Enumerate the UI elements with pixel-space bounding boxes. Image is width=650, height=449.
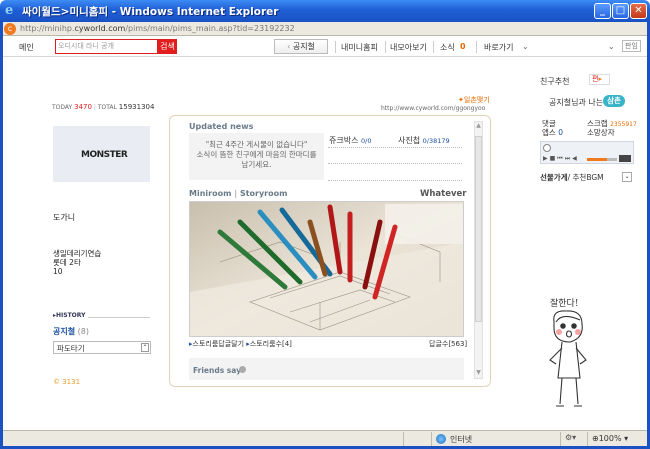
total-count: 15931304 bbox=[118, 103, 155, 111]
maximize-button[interactable]: □ bbox=[612, 3, 629, 19]
stats-divider bbox=[328, 147, 462, 148]
status-divider bbox=[560, 432, 561, 446]
window-title-bar[interactable]: e 싸이월드>미니홈피 - Windows Internet Explorer … bbox=[0, 0, 650, 22]
search-button[interactable]: 검색 bbox=[158, 39, 177, 54]
nav-home-link[interactable]: 메인 bbox=[19, 42, 34, 53]
apps-stat: 앱스 0 bbox=[542, 128, 563, 137]
profile-image: MONSTER bbox=[53, 126, 150, 182]
chevron-up-icon[interactable]: ⌃ bbox=[141, 343, 149, 352]
colored-pencils-image bbox=[190, 202, 463, 336]
doodle-character-icon bbox=[549, 310, 587, 407]
stats-divider bbox=[328, 163, 462, 164]
homepage-url[interactable]: http://www.cyworld.com/ggongyoo bbox=[381, 105, 485, 112]
gift-box-link[interactable]: 소망상자 bbox=[587, 127, 615, 138]
scroll-down-icon[interactable]: ▼ bbox=[475, 369, 482, 376]
history-label: ▸HISTORY bbox=[53, 312, 89, 319]
zoom-level-button[interactable]: ⊕100% ▾ bbox=[592, 434, 628, 443]
storyroom-links: ▸스토리룸답글달기 ▸스토리룸수[4] bbox=[189, 339, 292, 349]
window-title: 싸이월드>미니홈피 - Windows Internet Explorer bbox=[22, 6, 279, 18]
story-count-link[interactable]: ▸스토리룸수[4] bbox=[246, 340, 292, 348]
search-input[interactable]: 오디시대 라니 공개 bbox=[55, 39, 158, 54]
visitor-counter: TODAY 3470 | TOTAL 15931304 bbox=[52, 103, 155, 111]
volume-slider[interactable] bbox=[587, 158, 607, 161]
miniroom-tabs: Miniroom | Storyroom bbox=[189, 189, 288, 198]
minimize-button[interactable]: _ bbox=[594, 3, 611, 19]
status-divider bbox=[431, 432, 432, 446]
nav-shortcut-dropdown[interactable]: 바로가기 bbox=[484, 42, 513, 53]
volume-icon[interactable]: ◀ bbox=[572, 155, 579, 162]
nav-divider bbox=[335, 41, 336, 53]
nav-news-link[interactable]: 소식 bbox=[440, 42, 455, 53]
scroll-up-icon[interactable]: ▲ bbox=[475, 122, 482, 129]
tab-storyroom[interactable]: Storyroom bbox=[240, 189, 288, 198]
status-divider bbox=[587, 432, 588, 446]
news-count-badge: 0 bbox=[460, 42, 466, 51]
magnifier-icon: ⊕ bbox=[592, 434, 599, 443]
stats-divider bbox=[328, 180, 462, 181]
chevron-down-icon[interactable]: ⌄ bbox=[622, 172, 632, 182]
nav-divider bbox=[433, 41, 434, 53]
status-bar: 인터넷 ⚙▾ ⊕100% ▾ bbox=[3, 430, 647, 446]
next-icon[interactable]: ⏭ bbox=[565, 155, 572, 162]
close-button[interactable]: ✕ bbox=[630, 3, 647, 19]
cyworld-favicon-icon: c bbox=[4, 23, 16, 35]
prev-icon[interactable]: ⏮ bbox=[557, 155, 564, 162]
bgm-store-link[interactable]: 선물가게/ 추천BGM bbox=[540, 172, 604, 183]
status-divider bbox=[403, 432, 404, 446]
notice-nav-button[interactable]: ‹ 공지철 bbox=[274, 39, 328, 54]
address-url[interactable]: http://minihp.cyworld.com/pims/main/pims… bbox=[20, 24, 580, 33]
main-panel-scrollbar[interactable]: ▲ ▼ bbox=[474, 121, 483, 379]
relation-text: 공지철님과 나는 bbox=[549, 98, 604, 107]
nav-minihompy-link[interactable]: 내미니홈피 bbox=[341, 42, 378, 53]
disc-icon bbox=[543, 144, 551, 152]
info-icon[interactable] bbox=[239, 366, 246, 373]
updated-news-title: Updated news bbox=[189, 122, 254, 131]
scroll-thumb[interactable] bbox=[475, 136, 482, 322]
nav-divider bbox=[385, 41, 386, 53]
bgm-player: ▶■⏮⏭◀ bbox=[540, 141, 634, 164]
ilchon-link[interactable]: ✦일촌맺기 bbox=[458, 95, 490, 105]
volume-slider-track bbox=[607, 158, 617, 161]
play-icon[interactable]: ▶ bbox=[543, 155, 550, 162]
nav-divider bbox=[476, 41, 477, 53]
copyright-mark: © 3131 bbox=[53, 378, 81, 386]
player-controls: ▶■⏮⏭◀ bbox=[543, 155, 579, 163]
chevron-down-icon[interactable]: ⌄ bbox=[522, 42, 529, 51]
story-reply-link[interactable]: ▸스토리룸답글달기 bbox=[189, 340, 244, 348]
friend-recommend-label: 친구추천 bbox=[540, 77, 570, 86]
storyroom-title: Whatever bbox=[420, 189, 467, 199]
protected-mode-icon[interactable]: ⚙▾ bbox=[565, 433, 576, 442]
friend-recommend-button[interactable]: 편▸ bbox=[589, 74, 610, 85]
chevron-down-icon: ▾ bbox=[624, 434, 629, 443]
address-bar[interactable]: c http://minihp.cyworld.com/pims/main/pi… bbox=[0, 22, 650, 36]
jukebox-link[interactable]: 쥬크박스 0/0 bbox=[329, 135, 371, 146]
security-zone-text: 인터넷 bbox=[450, 435, 473, 444]
reply-count: 답글수[563] bbox=[429, 340, 468, 348]
ie-logo-icon: e bbox=[5, 3, 14, 18]
profile-logo-text: MONSTER bbox=[81, 150, 128, 160]
profile-name: 도가니 bbox=[53, 213, 76, 222]
login-button[interactable]: 판임 bbox=[622, 40, 641, 52]
tab-miniroom[interactable]: Miniroom bbox=[189, 189, 231, 198]
nav-myview-link[interactable]: 내모아보기 bbox=[390, 42, 427, 53]
relation-badge: 삼촌 bbox=[603, 95, 625, 107]
updated-news-box: "최근 4주간 게시물이 없습니다" 소식이 뜸한 친구에게 마음의 한마디를 … bbox=[189, 133, 324, 180]
chevron-down-icon[interactable]: ⌄ bbox=[608, 42, 615, 51]
photo-album-link[interactable]: 사진첩 0/38179 bbox=[398, 135, 450, 146]
wave-surf-select[interactable]: 파도타기 ⌃ bbox=[53, 341, 151, 354]
friends-say-box: Friends say bbox=[189, 358, 464, 380]
cyworld-nav-bar: 메인 오디시대 라니 공개 검색 ‹ 공지철 내미니홈피 내모아보기 소식 0 … bbox=[3, 37, 647, 57]
today-count: 3470 bbox=[74, 103, 92, 111]
notice-board-link[interactable]: 공지철 (8) bbox=[53, 326, 89, 337]
internet-zone-icon bbox=[436, 434, 446, 444]
profile-description: 생일데리기연습 롯데 2타 10 bbox=[53, 249, 102, 276]
list-button[interactable] bbox=[619, 155, 631, 162]
storyroom-photo[interactable] bbox=[189, 201, 464, 337]
friends-say-title: Friends say bbox=[193, 366, 241, 375]
